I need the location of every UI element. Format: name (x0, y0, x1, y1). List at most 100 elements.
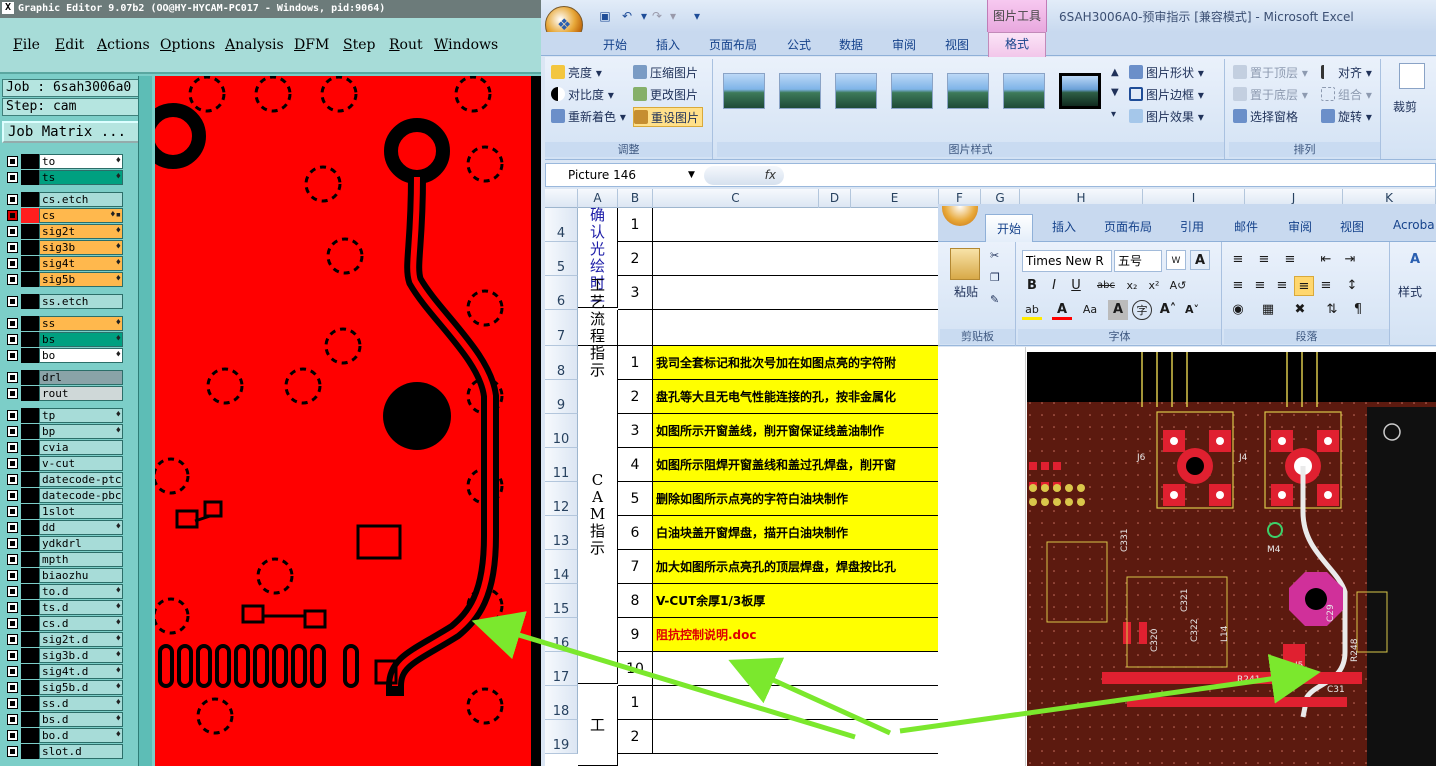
column-header[interactable]: E (851, 189, 939, 208)
layer-color-swatch[interactable] (21, 568, 39, 583)
paste-icon[interactable] (950, 248, 980, 280)
layer-row[interactable]: sig5b ♦ (3, 272, 126, 287)
layer-row[interactable]: ts.d ♦ (3, 600, 126, 615)
tab-home[interactable]: 开始 (603, 36, 627, 53)
shrink-font-icon[interactable]: A˅ (1182, 300, 1202, 320)
layer-color-swatch[interactable] (21, 240, 39, 255)
layer-name[interactable]: datecode-ptc (39, 472, 123, 487)
sort-icon[interactable]: ⇅ (1322, 300, 1342, 320)
tab-format[interactable]: 格式 (988, 32, 1046, 57)
row-header[interactable]: 19 (545, 720, 578, 754)
tab-formulas[interactable]: 公式 (787, 36, 811, 53)
layer-name[interactable]: ss.d (39, 696, 123, 711)
layer-color-swatch[interactable] (21, 224, 39, 239)
layer-color-swatch[interactable] (21, 408, 39, 423)
layer-color-swatch[interactable] (21, 712, 39, 727)
layer-color-swatch[interactable] (21, 456, 39, 471)
layer-checkbox[interactable] (7, 426, 18, 437)
cell-instruction[interactable]: 加大如图所示点亮孔的顶层焊盘，焊盘按比孔 (653, 550, 938, 584)
style-thumb-5[interactable] (947, 73, 989, 109)
layer-name[interactable]: mpth (39, 552, 123, 567)
cell-index[interactable]: 2 (618, 380, 653, 414)
layer-color-swatch[interactable] (21, 744, 39, 759)
asian-layout-icon[interactable]: ✖ (1290, 300, 1310, 320)
layer-row[interactable]: biaozhu (3, 568, 126, 583)
cell-instruction[interactable] (653, 686, 938, 720)
style-thumb-4[interactable] (891, 73, 933, 109)
cell-index[interactable]: 7 (618, 550, 653, 584)
font-name-select[interactable]: Times New R (1022, 250, 1112, 272)
line-spacing-icon[interactable]: ↕ (1342, 276, 1362, 296)
layer-name[interactable]: tp (39, 408, 123, 423)
layer-checkbox[interactable] (7, 274, 18, 285)
layer-color-swatch[interactable] (21, 154, 39, 169)
layer-color-swatch[interactable] (21, 256, 39, 271)
bold-icon[interactable]: B (1022, 276, 1042, 296)
picture-shape-button[interactable]: 图片形状 ▾ (1129, 63, 1204, 83)
row-header[interactable]: 12 (545, 482, 578, 516)
style-thumb-7-selected[interactable] (1059, 73, 1101, 109)
layer-row[interactable]: bo ♦ (3, 348, 126, 363)
layer-color-swatch[interactable] (21, 536, 39, 551)
menu-dfm[interactable]: DFM (294, 37, 329, 53)
borders-icon[interactable]: ▦ (1258, 300, 1278, 320)
layer-checkbox[interactable] (7, 634, 18, 645)
cut-icon[interactable]: ✂ (990, 246, 999, 266)
layer-checkbox[interactable] (7, 714, 18, 725)
layer-name[interactable]: ydkdrl (39, 536, 123, 551)
numbering-icon[interactable]: ≡ (1254, 250, 1274, 270)
job-matrix-button[interactable]: Job Matrix ... (2, 121, 148, 143)
category-cell[interactable]: 工艺流程指示 (578, 276, 618, 378)
char-shading-icon[interactable]: A (1108, 300, 1128, 320)
layer-scrollbar[interactable] (138, 76, 152, 766)
layer-color-swatch[interactable] (21, 632, 39, 647)
tab-view[interactable]: 视图 (945, 36, 969, 53)
italic-icon[interactable]: I (1044, 276, 1064, 296)
cell-index[interactable]: 5 (618, 482, 653, 516)
decrease-indent-icon[interactable]: ⇤ (1316, 250, 1336, 270)
layer-row[interactable]: ss.etch (3, 294, 126, 309)
column-header[interactable]: D (819, 189, 851, 208)
redo-icon[interactable]: ↷ (649, 8, 665, 24)
layer-color-swatch[interactable] (21, 552, 39, 567)
layer-row[interactable]: cs.d ♦ (3, 616, 126, 631)
layer-checkbox[interactable] (7, 226, 18, 237)
cell-instruction[interactable]: 如图所示开窗盖线，削开窗保证线盖油制作 (653, 414, 938, 448)
word-tab-page-layout[interactable]: 页面布局 (1104, 218, 1152, 235)
layer-name[interactable]: datecode-pbc (39, 488, 123, 503)
cell-index[interactable]: 6 (618, 516, 653, 550)
layer-color-swatch[interactable] (21, 192, 39, 207)
layer-color-swatch[interactable] (21, 440, 39, 455)
layer-checkbox[interactable] (7, 586, 18, 597)
name-box[interactable]: Picture 146 (548, 166, 698, 185)
row-header[interactable]: 17 (545, 652, 578, 686)
justify-icon[interactable]: ≡ (1294, 276, 1314, 296)
cell-index[interactable]: 2 (618, 720, 653, 754)
pcb-image[interactable]: J6 J4 J5 M4 C322 L14 C320 C321 C331 R241… (1027, 352, 1436, 766)
layer-row[interactable]: cs ♦▪ (3, 208, 126, 223)
layer-row[interactable]: sig2t.d ♦ (3, 632, 126, 647)
layer-name[interactable]: ss.etch (39, 294, 123, 309)
cam-title-bar[interactable]: X Graphic Editor 9.07b2 (OO@HY-HYCAM-PC01… (0, 0, 541, 18)
picture-effects-button[interactable]: 图片效果 ▾ (1129, 107, 1204, 127)
category-cell[interactable]: CAM指示 (578, 346, 618, 684)
group-button[interactable]: 组合 ▾ (1321, 85, 1372, 105)
cell-index[interactable] (618, 310, 653, 346)
cam-graphic-canvas[interactable] (155, 76, 531, 766)
cell-instruction[interactable]: 盘孔等大且无电气性能连接的孔，按非金属化 (653, 380, 938, 414)
word-tab-home[interactable]: 开始 (985, 214, 1033, 243)
cell-instruction[interactable]: 白油块盖开窗焊盘，描开白油块制作 (653, 516, 938, 550)
styles-icon[interactable]: A (1402, 250, 1428, 274)
row-header[interactable]: 7 (545, 310, 578, 346)
copy-icon[interactable]: ❐ (990, 268, 1000, 288)
layer-row[interactable]: bo.d ♦ (3, 728, 126, 743)
layer-checkbox[interactable] (7, 442, 18, 453)
recolor-button[interactable]: 重新着色 ▾ (551, 107, 626, 127)
cell-index[interactable]: 8 (618, 584, 653, 618)
row-header[interactable]: 14 (545, 550, 578, 584)
subscript-icon[interactable]: x₂ (1122, 276, 1142, 296)
layer-checkbox[interactable] (7, 350, 18, 361)
layer-name[interactable]: sig2t.d (39, 632, 123, 647)
gallery-up-icon[interactable]: ▲ (1111, 63, 1119, 83)
show-marks-icon[interactable]: ¶ (1348, 300, 1368, 320)
